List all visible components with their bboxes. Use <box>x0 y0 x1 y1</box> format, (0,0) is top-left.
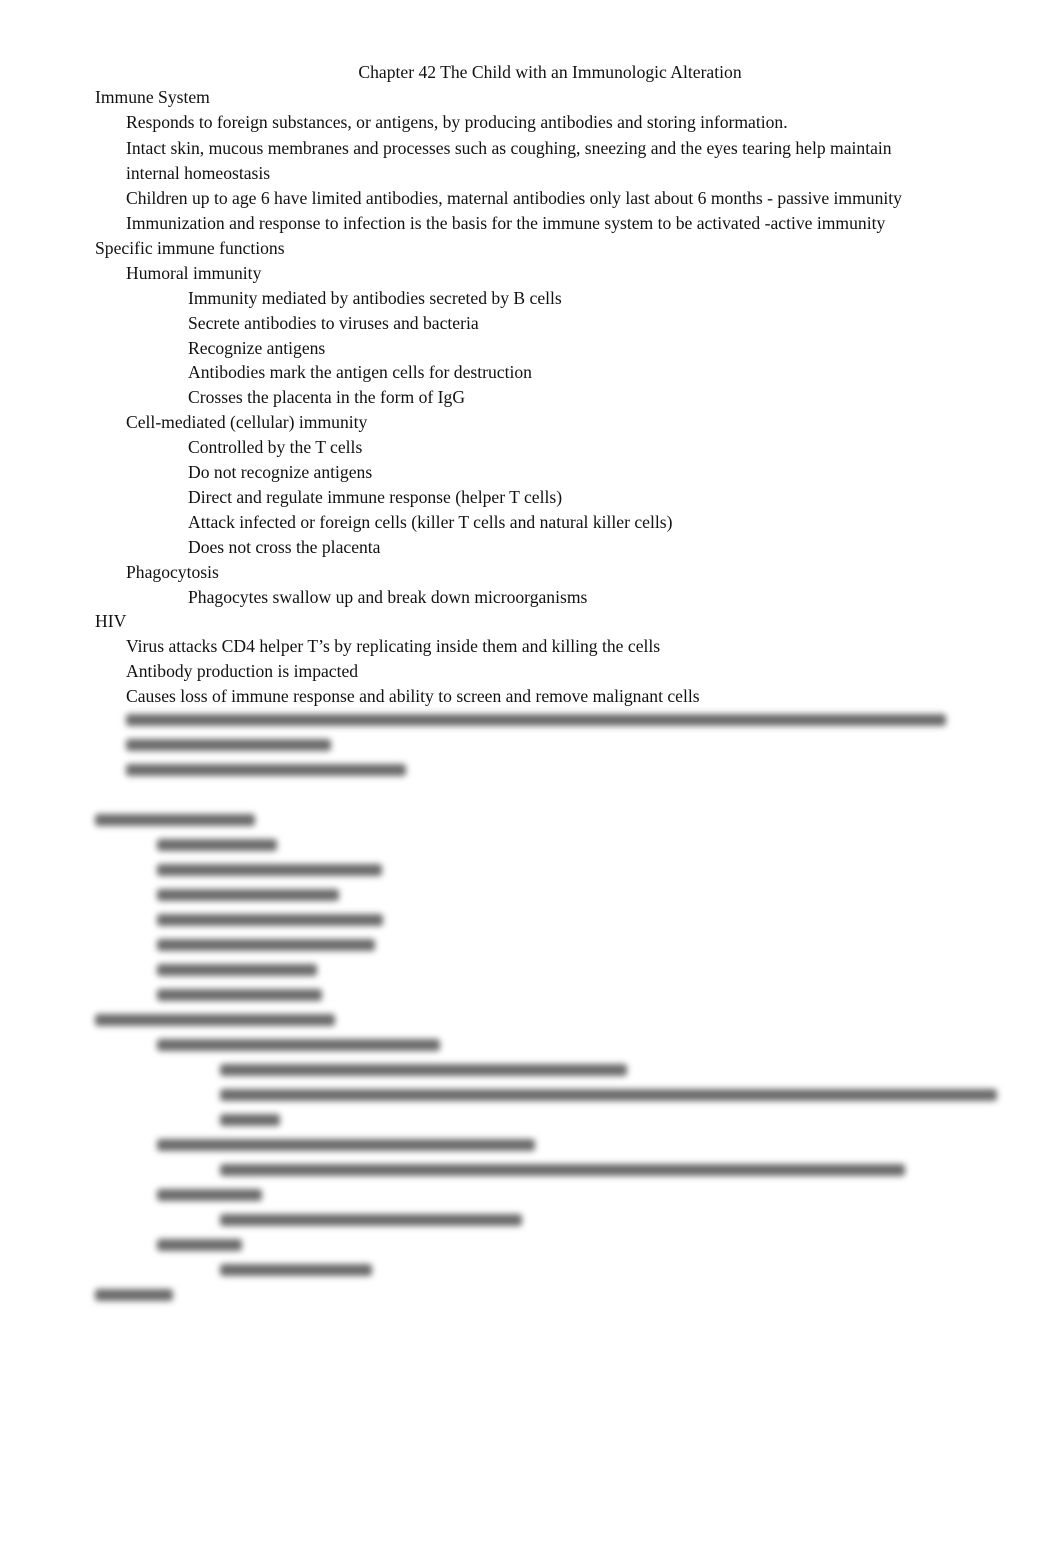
list-item: Direct and regulate immune response (hel… <box>188 487 563 507</box>
document-page: Chapter 42 The Child with an Immunologic… <box>0 0 1062 1561</box>
blurred-line <box>157 914 383 926</box>
blurred-line <box>157 889 339 901</box>
list-item: Antibody production is impacted <box>126 661 359 681</box>
blurred-line <box>157 939 375 951</box>
list-item: Antibodies mark the antigen cells for de… <box>188 362 532 382</box>
blurred-line <box>157 964 317 976</box>
blurred-line <box>157 1039 440 1051</box>
section-heading-specific-immune-functions: Specific immune functions <box>95 238 285 258</box>
list-item: Virus attacks CD4 helper T’s by replicat… <box>126 636 661 656</box>
blurred-line <box>95 1289 173 1301</box>
blurred-line <box>126 739 331 751</box>
list-item: Do not recognize antigens <box>188 462 373 482</box>
blurred-line <box>157 989 322 1001</box>
list-item: Children up to age 6 have limited antibo… <box>126 188 902 208</box>
blurred-line <box>220 1214 522 1226</box>
section-heading-immune-system: Immune System <box>95 87 210 107</box>
blurred-line <box>220 1264 372 1276</box>
list-item: Does not cross the placenta <box>188 537 381 557</box>
blurred-line <box>95 814 255 826</box>
list-item: Immunity mediated by antibodies secreted… <box>188 288 562 308</box>
list-item: internal homeostasis <box>126 163 271 183</box>
blurred-line <box>126 764 406 776</box>
section-heading-hiv: HIV <box>95 611 127 631</box>
blurred-line <box>220 1064 627 1076</box>
subsection-heading-cell-mediated: Cell-mediated (cellular) immunity <box>126 412 368 432</box>
list-item: Attack infected or foreign cells (killer… <box>188 512 673 532</box>
blurred-line <box>220 1114 280 1126</box>
blurred-line <box>157 1239 242 1251</box>
list-item: Controlled by the T cells <box>188 437 363 457</box>
blurred-line <box>157 839 277 851</box>
blurred-line <box>95 1014 335 1026</box>
list-item: Recognize antigens <box>188 338 326 358</box>
document-title: Chapter 42 The Child with an Immunologic… <box>358 62 742 82</box>
blurred-line <box>220 1089 997 1101</box>
list-item: Phagocytes swallow up and break down mic… <box>188 587 588 607</box>
list-item: Responds to foreign substances, or antig… <box>126 112 788 132</box>
list-item: Immunization and response to infection i… <box>126 213 886 233</box>
blurred-line <box>157 1139 535 1151</box>
blurred-line <box>157 864 382 876</box>
subsection-heading-phagocytosis: Phagocytosis <box>126 562 219 582</box>
blurred-line <box>220 1164 905 1176</box>
blurred-content-region <box>0 706 1062 1316</box>
list-item: Crosses the placenta in the form of IgG <box>188 387 466 407</box>
subsection-heading-humoral: Humoral immunity <box>126 263 262 283</box>
list-item: Intact skin, mucous membranes and proces… <box>126 138 892 158</box>
blurred-line <box>126 714 946 726</box>
list-item: Secrete antibodies to viruses and bacter… <box>188 313 479 333</box>
blurred-line <box>157 1189 262 1201</box>
